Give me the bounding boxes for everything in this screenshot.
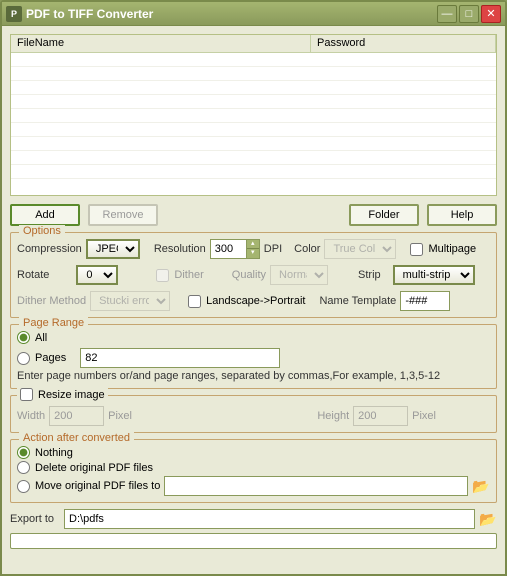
landscape-check[interactable]: Landscape->Portrait <box>188 295 305 308</box>
move-path-input[interactable] <box>164 476 468 496</box>
color-label: Color <box>294 243 320 255</box>
list-row <box>11 53 496 67</box>
height-unit: Pixel <box>412 410 436 422</box>
dithermethod-label: Dither Method <box>17 295 86 307</box>
pagerange-hint: Enter page numbers or/and page ranges, s… <box>17 370 490 382</box>
pages-input[interactable] <box>80 348 280 368</box>
dithermethod-select: Stucki error <box>90 291 170 311</box>
resize-check[interactable]: Resize image <box>17 388 108 401</box>
list-row <box>11 95 496 109</box>
file-list-body[interactable] <box>11 53 496 193</box>
maximize-button[interactable]: □ <box>459 5 479 23</box>
multipage-check[interactable]: Multipage <box>410 243 476 256</box>
list-row <box>11 67 496 81</box>
dpi-label: DPI <box>264 243 282 255</box>
dither-check: Dither <box>156 269 203 282</box>
strip-select[interactable]: multi-strip <box>393 265 475 285</box>
height-input <box>353 406 408 426</box>
window-title: PDF to TIFF Converter <box>26 7 435 21</box>
minimize-button[interactable]: — <box>437 5 457 23</box>
list-row <box>11 151 496 165</box>
add-button[interactable]: Add <box>10 204 80 226</box>
quality-select: Normal <box>270 265 328 285</box>
list-row <box>11 81 496 95</box>
client-area: FileName Password Add Remove Folder Help… <box>2 26 505 574</box>
col-filename[interactable]: FileName <box>11 35 311 52</box>
width-unit: Pixel <box>108 410 132 422</box>
action-legend: Action after converted <box>19 432 134 444</box>
width-label: Width <box>17 410 45 422</box>
close-button[interactable]: ✕ <box>481 5 501 23</box>
action-delete-radio[interactable]: Delete original PDF files <box>17 461 490 474</box>
quality-label: Quality <box>232 269 266 281</box>
browse-export-folder-icon[interactable]: 📂 <box>479 511 497 527</box>
resolution-spinner[interactable]: ▴▾ <box>210 239 260 259</box>
resolution-label: Resolution <box>154 243 206 255</box>
file-list-header: FileName Password <box>11 35 496 53</box>
export-label: Export to <box>10 513 54 525</box>
list-row <box>11 123 496 137</box>
progress-bar <box>10 533 497 549</box>
nametpl-input[interactable] <box>400 291 450 311</box>
compression-select[interactable]: JPEG <box>86 239 140 259</box>
button-row: Add Remove Folder Help <box>10 204 497 226</box>
strip-label: Strip <box>358 269 381 281</box>
compression-label: Compression <box>17 243 82 255</box>
list-row <box>11 165 496 179</box>
pagerange-pages-radio[interactable]: Pages <box>17 352 66 365</box>
options-group: Options Compression JPEG Resolution ▴▾ D… <box>10 232 497 318</box>
titlebar[interactable]: P PDF to TIFF Converter — □ ✕ <box>2 2 505 26</box>
resolution-input[interactable] <box>210 239 246 259</box>
action-move-radio[interactable]: Move original PDF files to <box>17 480 160 493</box>
action-group: Action after converted Nothing Delete or… <box>10 439 497 503</box>
height-label: Height <box>317 410 349 422</box>
export-input[interactable] <box>64 509 475 529</box>
width-input <box>49 406 104 426</box>
options-legend: Options <box>19 225 65 237</box>
folder-button[interactable]: Folder <box>349 204 419 226</box>
pagerange-group: Page Range All Pages Enter page numbers … <box>10 324 497 389</box>
remove-button: Remove <box>88 204 158 226</box>
browse-move-folder-icon[interactable]: 📂 <box>472 478 490 494</box>
main-window: P PDF to TIFF Converter — □ ✕ FileName P… <box>0 0 507 576</box>
action-nothing-radio[interactable]: Nothing <box>17 446 490 459</box>
col-password[interactable]: Password <box>311 35 496 52</box>
spin-down-icon[interactable]: ▾ <box>247 249 259 258</box>
nametpl-label: Name Template <box>319 295 396 307</box>
help-button[interactable]: Help <box>427 204 497 226</box>
rotate-select[interactable]: 0 <box>76 265 118 285</box>
color-select: True Color <box>324 239 396 259</box>
pagerange-legend: Page Range <box>19 317 88 329</box>
app-icon: P <box>6 6 22 22</box>
rotate-label: Rotate <box>17 269 49 281</box>
list-row <box>11 109 496 123</box>
file-list[interactable]: FileName Password <box>10 34 497 196</box>
resize-group: Resize image Width Pixel Height Pixel <box>10 395 497 433</box>
pagerange-all-radio[interactable]: All <box>17 331 490 344</box>
spin-up-icon[interactable]: ▴ <box>247 240 259 249</box>
list-row <box>11 137 496 151</box>
